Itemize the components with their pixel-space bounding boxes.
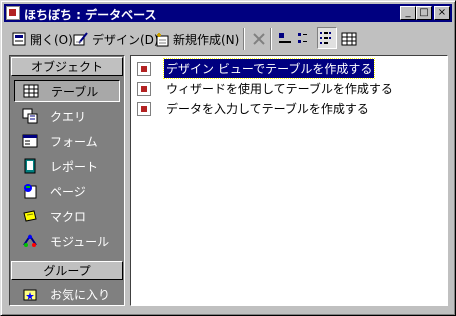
- list-item-label: データを入力してテーブルを作成する: [166, 102, 369, 116]
- database-window: ほちぼち : データベース _ □ × 開く(O) デザイン(D) 新規作成(N…: [0, 0, 456, 316]
- group-favorites[interactable]: お気に入り: [14, 283, 120, 305]
- toolbar-separator: [270, 28, 272, 50]
- object-modules[interactable]: モジュール: [14, 230, 120, 252]
- object-label: マクロ: [50, 209, 87, 224]
- open-icon: [11, 31, 27, 47]
- minimize-icon: _: [405, 7, 411, 18]
- groups-header[interactable]: グループ: [11, 261, 123, 280]
- object-label: クエリ: [50, 109, 87, 124]
- title-bar[interactable]: ほちぼち : データベース _ □ ×: [4, 4, 452, 22]
- object-label: フォーム: [50, 134, 98, 149]
- favorites-icon: [22, 286, 38, 302]
- open-button[interactable]: 開く(O): [11, 29, 73, 49]
- query-icon: [22, 108, 38, 124]
- list-item-label: ウィザードを使用してテーブルを作成する: [166, 82, 393, 96]
- form-icon: [22, 133, 38, 149]
- object-tables[interactable]: テーブル: [14, 80, 120, 102]
- delete-button[interactable]: [251, 29, 270, 49]
- list-view-icon: [319, 30, 335, 46]
- database-body: オブジェクト テーブル クエリ フォーム レポート ページ マクロ モジュール …: [4, 53, 452, 311]
- access-app-icon[interactable]: [6, 6, 20, 20]
- list-item-design-view[interactable]: デザイン ビューでテーブルを作成する: [137, 58, 376, 79]
- list-item-enter-data[interactable]: データを入力してテーブルを作成する: [137, 100, 371, 117]
- list-item-wizard[interactable]: ウィザードを使用してテーブルを作成する: [137, 80, 395, 97]
- object-forms[interactable]: フォーム: [14, 130, 120, 152]
- object-label: モジュール: [50, 234, 110, 249]
- macro-icon: [22, 208, 38, 224]
- window-title: ほちぼち : データベース: [24, 8, 157, 22]
- details-view-icon: [341, 31, 357, 47]
- object-label: テーブル: [51, 84, 99, 99]
- close-icon: ×: [437, 7, 447, 18]
- object-list: デザイン ビューでテーブルを作成する ウィザードを使用してテーブルを作成する デ…: [130, 55, 448, 306]
- open-label: 開く(O): [30, 32, 73, 47]
- objects-bar: オブジェクト テーブル クエリ フォーム レポート ページ マクロ モジュール …: [9, 55, 125, 306]
- object-pages[interactable]: ページ: [14, 180, 120, 202]
- minimize-button[interactable]: _: [400, 6, 416, 20]
- design-icon: [73, 31, 89, 47]
- report-icon: [22, 158, 38, 174]
- groups-header-label: グループ: [43, 264, 91, 278]
- toolbar-separator: [243, 28, 245, 50]
- group-label: お気に入り: [50, 287, 111, 302]
- toolbar: 開く(O) デザイン(D) 新規作成(N): [4, 25, 452, 53]
- close-button[interactable]: ×: [434, 6, 450, 20]
- new-button[interactable]: 新規作成(N): [154, 29, 239, 49]
- design-button[interactable]: デザイン(D): [73, 29, 159, 49]
- object-label: ページ: [50, 184, 86, 199]
- details-view-button[interactable]: [341, 29, 360, 49]
- list-item-label: デザイン ビューでテーブルを作成する: [162, 58, 376, 79]
- module-icon: [22, 233, 38, 249]
- page-icon: [22, 183, 38, 199]
- table-icon: [23, 83, 39, 99]
- shortcut-icon: [137, 61, 151, 76]
- new-label: 新規作成(N): [173, 32, 240, 47]
- maximize-icon: □: [419, 7, 429, 18]
- object-label: レポート: [50, 159, 99, 174]
- objects-header-label: オブジェクト: [30, 60, 103, 74]
- object-queries[interactable]: クエリ: [14, 105, 120, 127]
- small-icons-button[interactable]: [297, 29, 316, 49]
- design-label: デザイン(D): [92, 32, 159, 47]
- delete-icon: [251, 31, 267, 47]
- list-view-button[interactable]: [317, 27, 337, 49]
- large-icons-icon: [277, 31, 293, 47]
- object-reports[interactable]: レポート: [14, 155, 120, 177]
- large-icons-button[interactable]: [277, 29, 296, 49]
- object-macros[interactable]: マクロ: [14, 205, 120, 227]
- shortcut-icon: [137, 101, 151, 116]
- shortcut-icon: [137, 81, 151, 96]
- objects-header[interactable]: オブジェクト: [11, 57, 123, 76]
- small-icons-icon: [297, 31, 313, 47]
- maximize-button[interactable]: □: [416, 6, 432, 20]
- new-icon: [154, 31, 170, 47]
